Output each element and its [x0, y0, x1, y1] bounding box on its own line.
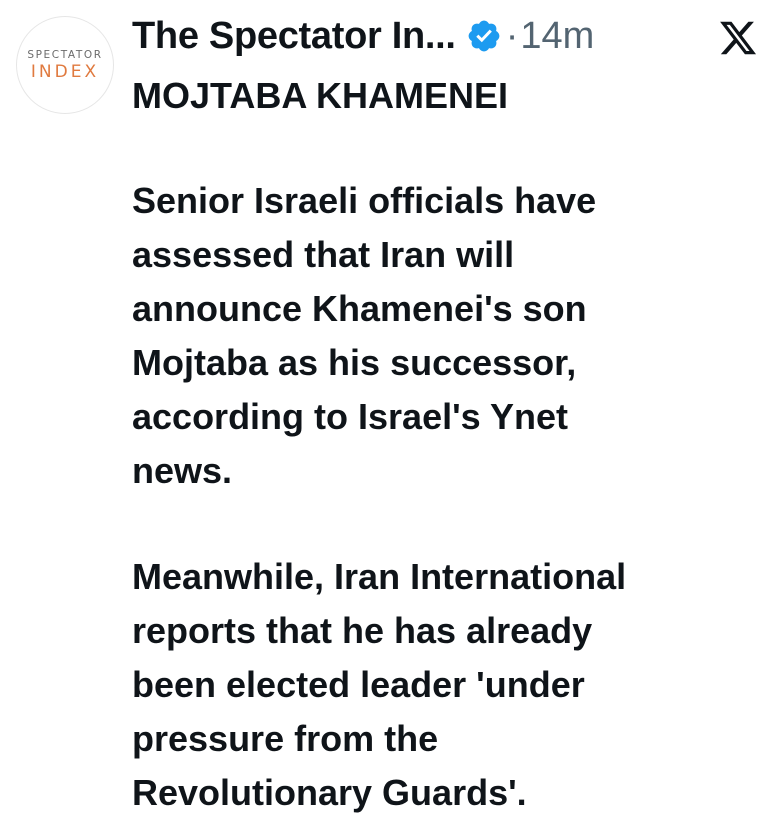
- post-headline: MOJTABA KHAMENEI: [132, 75, 508, 116]
- x-logo-icon[interactable]: [718, 18, 758, 58]
- text-line: reports that he has already: [132, 610, 593, 651]
- timestamp[interactable]: 14m: [520, 15, 594, 58]
- post-card: SPECTATOR INDEX The Spectator In... · 14…: [0, 0, 778, 822]
- display-name[interactable]: The Spectator In...: [132, 15, 456, 58]
- text-line: Mojtaba as his successor,: [132, 342, 577, 383]
- text-line: Senior Israeli officials have: [132, 180, 597, 221]
- text-line: Revolutionary Guards'.: [132, 772, 527, 813]
- post-paragraph-1: Senior Israeli officials have assessed t…: [132, 174, 596, 498]
- avatar-logo-line1: SPECTATOR: [27, 48, 103, 61]
- avatar[interactable]: SPECTATOR INDEX: [16, 16, 114, 114]
- text-line: been elected leader 'under: [132, 664, 585, 705]
- post-paragraph-2: Meanwhile, Iran International reports th…: [132, 550, 626, 820]
- text-line: assessed that Iran will: [132, 234, 515, 275]
- header-separator: ·: [505, 14, 519, 57]
- avatar-logo-line2: INDEX: [30, 61, 100, 82]
- text-line: according to Israel's Ynet: [132, 396, 569, 437]
- text-line: Meanwhile, Iran International: [132, 556, 627, 597]
- text-line: announce Khamenei's son: [132, 288, 587, 329]
- post-header: The Spectator In... · 14m: [132, 10, 594, 62]
- text-line: news.: [132, 450, 233, 491]
- text-line: pressure from the: [132, 718, 439, 759]
- verified-badge-icon: [466, 18, 502, 54]
